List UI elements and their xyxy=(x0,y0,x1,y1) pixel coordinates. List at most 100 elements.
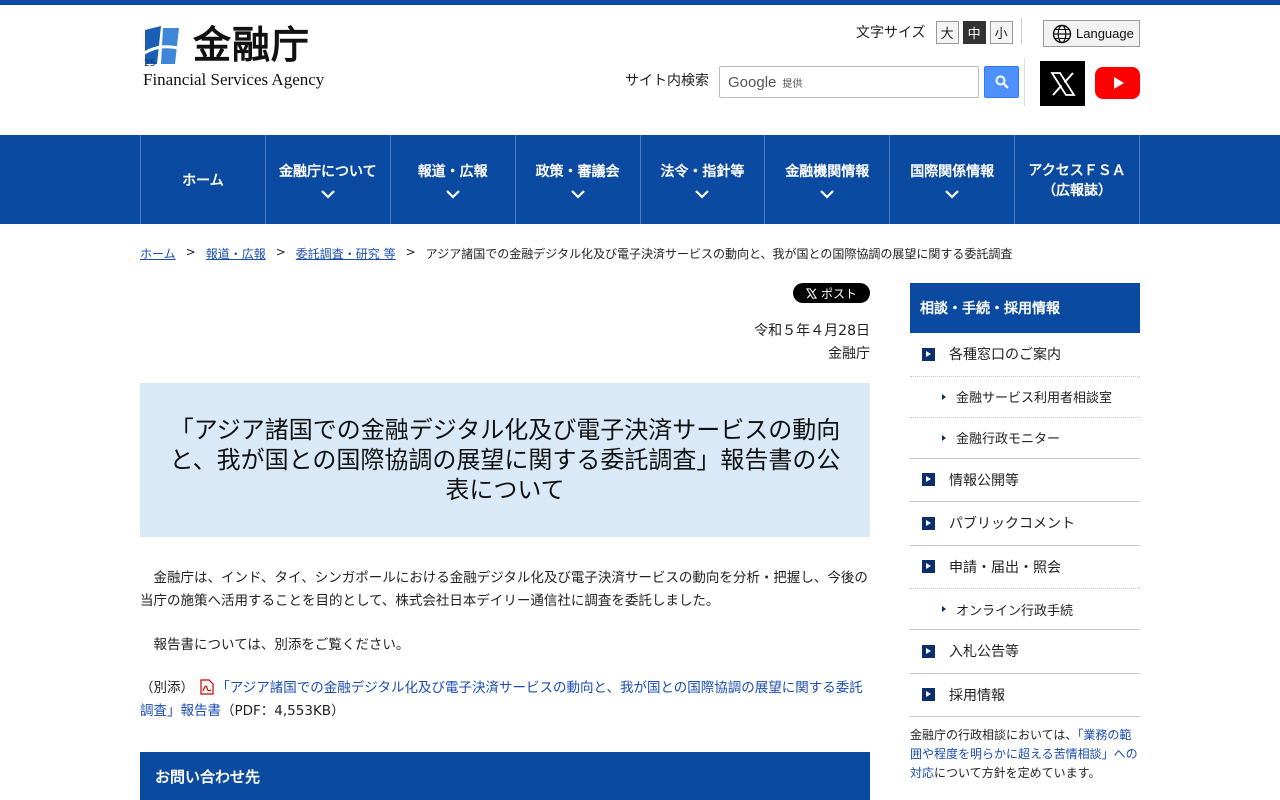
breadcrumb-current: アジア諸国での金融デジタル化及び電子決済サービスの動向と、我が国との国際協調の展… xyxy=(425,247,1013,261)
nav-press-label: 報道・広報 xyxy=(417,163,488,180)
top-accent-bar xyxy=(0,0,1280,5)
sidebar-item-label: 入札公告等 xyxy=(949,644,1019,661)
nav-international-label: 国際関係情報 xyxy=(910,163,995,180)
x-post-label: ポスト xyxy=(820,286,857,301)
sidebar-subitem-label: オンライン行政手続 xyxy=(956,603,1074,619)
arrow-square-icon xyxy=(922,688,935,702)
youtube-social-link[interactable] xyxy=(1095,67,1140,99)
body-paragraph: 金融庁は、インド、タイ、シンガポールにおける金融デジタル化及び電子決済サービスの… xyxy=(140,570,868,609)
nav-about-label: 金融庁について xyxy=(279,163,377,180)
chevron-down-icon xyxy=(820,189,835,199)
globe-icon xyxy=(1052,24,1072,43)
youtube-play-icon xyxy=(1113,77,1124,89)
body-paragraph: 報告書については、別添をご覧ください。 xyxy=(140,637,410,653)
nav-policy[interactable]: 政策・審議会 xyxy=(516,135,641,224)
chevron-down-icon xyxy=(445,189,460,199)
sidebar-subitem-admin-monitor[interactable]: 金融行政モニター xyxy=(910,418,1140,459)
sidebar-item-label: 情報公開等 xyxy=(949,472,1019,489)
chevron-down-icon xyxy=(321,189,335,199)
publisher-name: 金融庁 xyxy=(828,346,870,362)
nav-institutions[interactable]: 金融機関情報 xyxy=(765,135,891,224)
breadcrumb-home-link[interactable]: ホーム xyxy=(140,245,176,262)
chevron-down-icon xyxy=(945,189,959,199)
x-social-link[interactable] xyxy=(1040,61,1085,106)
nav-international[interactable]: 国際関係情報 xyxy=(890,135,1016,224)
nav-institutions-label: 金融機関情報 xyxy=(785,163,870,180)
arrow-square-icon xyxy=(922,516,935,530)
sidebar-subitem-online-procedures[interactable]: オンライン行政手続 xyxy=(910,589,1140,630)
sidebar-item-label: パブリックコメント xyxy=(949,516,1075,533)
breadcrumb-press-link[interactable]: 報道・広報 xyxy=(206,245,266,262)
x-logo-icon xyxy=(805,287,817,299)
arrow-square-icon xyxy=(922,347,935,361)
language-label: Language xyxy=(1076,26,1134,41)
attachment-prefix: （別添） xyxy=(140,680,194,696)
sidebar-item-bidding[interactable]: 入札公告等 xyxy=(910,630,1140,674)
nav-press[interactable]: 報道・広報 xyxy=(391,135,516,224)
arrow-square-icon xyxy=(922,560,935,574)
attachment-line: （別添） 「アジア諸国での金融デジタル化及び電子決済サービスの動向と、我が国との… xyxy=(140,677,870,723)
language-button[interactable]: Language xyxy=(1043,20,1140,47)
arrow-square-icon xyxy=(922,473,935,487)
arrow-square-icon xyxy=(922,644,935,658)
nav-laws-label: 法令・指針等 xyxy=(660,163,745,180)
pdf-icon xyxy=(200,679,214,695)
chevron-down-icon xyxy=(570,189,585,199)
page-title: 「アジア諸国での金融デジタル化及び電子決済サービスの動向と、我が国との国際協調の… xyxy=(169,416,841,504)
nav-access-fsa-sublabel: （広報誌） xyxy=(1042,182,1113,199)
font-size-medium-button[interactable]: 中 xyxy=(962,20,986,44)
nav-laws[interactable]: 法令・指針等 xyxy=(641,135,766,224)
global-navigation: ホーム 金融庁について 報道・広報 政策・審議会 法令・指針等 金融機関情報 国… xyxy=(0,135,1280,224)
fsa-logo[interactable]: 25 金融庁 Financial Services Agency xyxy=(141,22,336,92)
logo-japanese-name: 金融庁 xyxy=(193,22,311,67)
sidebar-heading: 相談・手続・採用情報 xyxy=(910,283,1140,333)
sidebar-menu: 各種窓口のご案内 金融サービス利用者相談室 金融行政モニター 情報公開等 パブリ… xyxy=(910,333,1140,717)
sidebar-item-label: 各種窓口のご案内 xyxy=(949,347,1061,364)
sidebar-note-suffix: について方針を定めています。 xyxy=(934,766,1101,780)
sidebar-subitem-label: 金融サービス利用者相談室 xyxy=(956,391,1113,406)
logo-english-name: Financial Services Agency xyxy=(143,70,325,89)
x-logo-icon xyxy=(1049,71,1076,96)
nav-home-label: ホーム xyxy=(182,172,224,189)
breadcrumb: ホーム > 報道・広報 > 委託調査・研究 等 > アジア諸国での金融デジタル化… xyxy=(140,245,1012,262)
google-provided-text: 提供 xyxy=(782,78,803,90)
font-size-small-button[interactable]: 小 xyxy=(989,20,1013,44)
sidebar-item-applications[interactable]: 申請・届出・照会 xyxy=(910,546,1140,589)
svg-text:25: 25 xyxy=(144,59,155,68)
font-size-large-button[interactable]: 大 xyxy=(935,20,959,44)
breadcrumb-separator: > xyxy=(275,245,286,259)
breadcrumb-research-link[interactable]: 委託調査・研究 等 xyxy=(296,245,396,262)
site-search-label: サイト内検索 xyxy=(625,73,709,89)
triangle-bullet-icon xyxy=(942,434,946,441)
header-divider-2 xyxy=(1024,58,1025,106)
font-size-label: 文字サイズ xyxy=(856,25,926,41)
sidebar-item-public-comment[interactable]: パブリックコメント xyxy=(910,502,1140,546)
nav-about[interactable]: 金融庁について xyxy=(266,135,391,224)
nav-policy-label: 政策・審議会 xyxy=(535,163,620,180)
sidebar-note: 金融庁の行政相談においては、「業務の範囲や程度を明らかに超える苦情相談」への対応… xyxy=(910,726,1142,783)
contact-heading: お問い合わせ先 xyxy=(140,752,870,800)
sidebar-item-disclosure[interactable]: 情報公開等 xyxy=(910,459,1140,502)
x-post-button[interactable]: ポスト xyxy=(793,283,870,303)
triangle-bullet-icon xyxy=(942,606,946,612)
header-divider xyxy=(1021,18,1022,44)
publication-date: 令和５年４月28日 xyxy=(754,323,870,339)
sidebar-note-prefix: 金融庁の行政相談においては、 xyxy=(910,728,1078,742)
nav-home[interactable]: ホーム xyxy=(141,135,266,224)
site-search-input[interactable]: Google 提供 xyxy=(719,66,979,98)
search-submit-button[interactable] xyxy=(984,66,1019,98)
sidebar-subitem-user-consultation[interactable]: 金融サービス利用者相談室 xyxy=(910,377,1140,418)
google-brand-text: Google xyxy=(728,73,777,91)
triangle-bullet-icon xyxy=(942,393,946,400)
search-icon xyxy=(995,75,1009,89)
sidebar-item-label: 申請・届出・照会 xyxy=(949,559,1061,576)
sidebar-item-recruitment[interactable]: 採用情報 xyxy=(910,674,1140,717)
publication-info: 令和５年４月28日 金融庁 xyxy=(754,320,870,366)
sidebar-item-contact-desks[interactable]: 各種窓口のご案内 xyxy=(910,333,1140,377)
sidebar-subitem-label: 金融行政モニター xyxy=(956,432,1061,447)
fsa-emblem-icon: 25 xyxy=(141,24,185,68)
nav-access-fsa[interactable]: アクセスＦＳＡ （広報誌） xyxy=(1015,135,1140,224)
page-title-box: 「アジア諸国での金融デジタル化及び電子決済サービスの動向と、我が国との国際協調の… xyxy=(140,383,870,537)
breadcrumb-separator: > xyxy=(405,245,416,259)
font-size-control: 文字サイズ 大 中 小 xyxy=(856,20,1013,44)
